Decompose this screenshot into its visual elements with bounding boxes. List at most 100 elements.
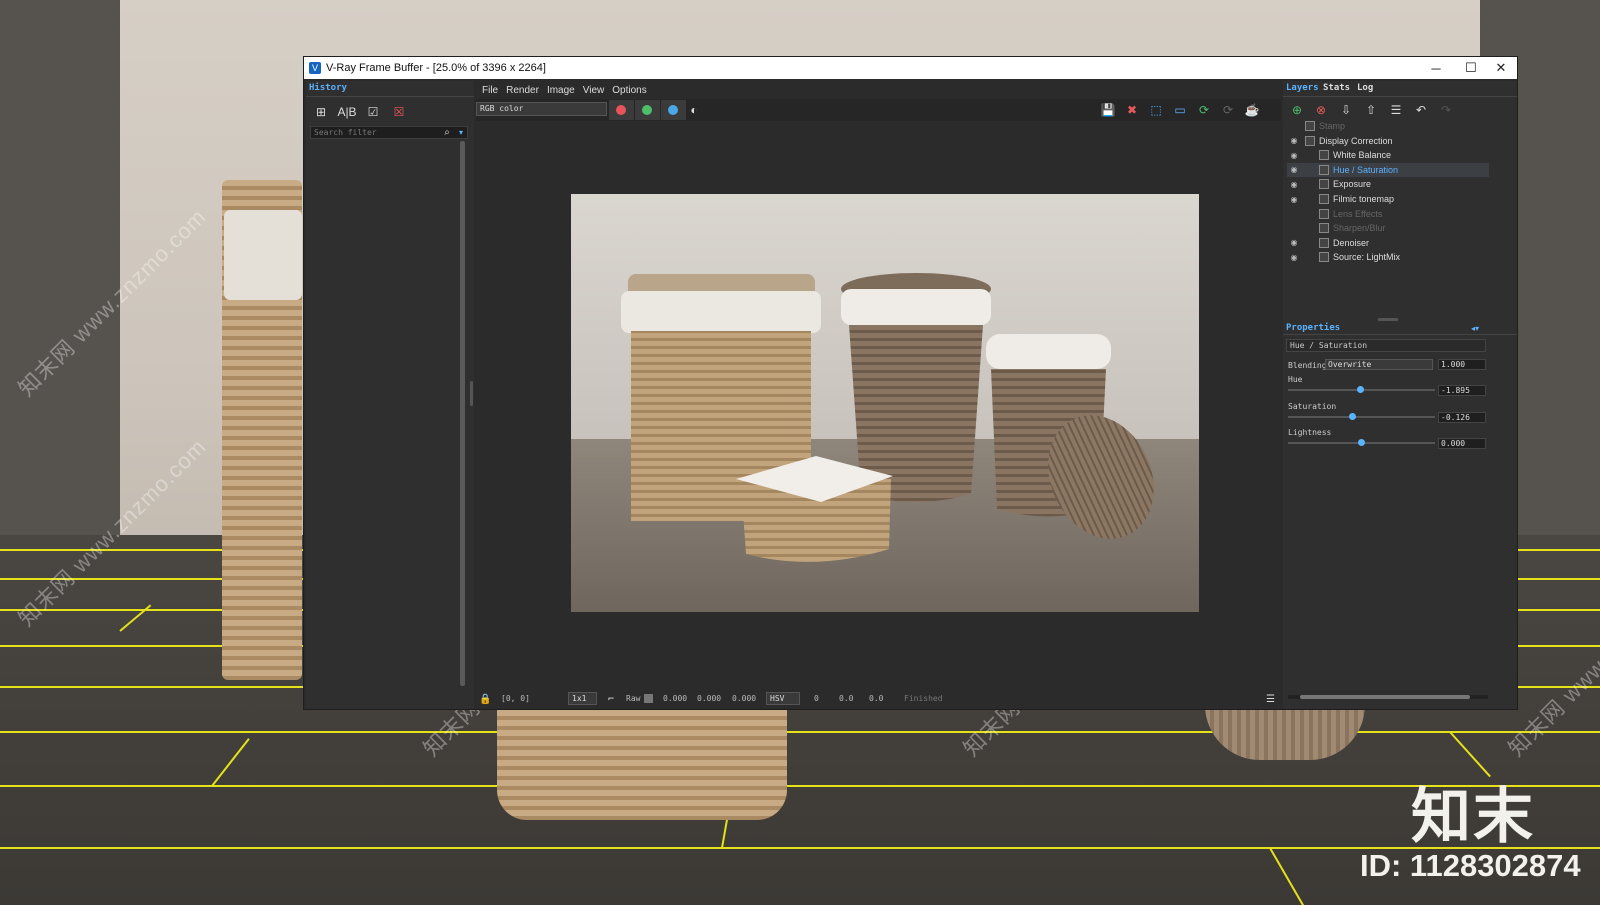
hue-value-field[interactable]: -1.895 <box>1438 385 1486 396</box>
eye-icon[interactable]: ◉ <box>1289 165 1299 174</box>
menu-image[interactable]: Image <box>547 85 575 96</box>
eye-icon[interactable]: ◉ <box>1289 195 1299 204</box>
blending-amount-field[interactable]: 1.000 <box>1438 359 1486 370</box>
tab-properties[interactable]: Properties <box>1286 323 1340 333</box>
layer-row[interactable]: ◉ Filmic tonemap <box>1287 192 1489 206</box>
menu-render[interactable]: Render <box>506 85 539 96</box>
save-to-history-icon[interactable]: ⊞ <box>312 103 330 121</box>
layer-name: Filmic tonemap <box>1333 194 1395 204</box>
saturation-slider[interactable] <box>1288 413 1435 420</box>
scrollbar-thumb[interactable] <box>1300 695 1470 699</box>
layer-list-icon[interactable]: ☰ <box>1387 101 1405 119</box>
title-bar[interactable]: V V-Ray Frame Buffer - [25.0% of 3396 x … <box>304 57 1517 79</box>
layer-row[interactable]: ◉ Denoiser <box>1287 236 1489 250</box>
green-value: 0.000 <box>697 694 722 703</box>
stop-render-icon[interactable]: ⟳ <box>1220 102 1236 118</box>
track-mouse-icon[interactable]: ▭ <box>1172 102 1188 118</box>
maximize-button[interactable]: ☐ <box>1454 57 1488 79</box>
guide-line <box>0 785 1600 787</box>
undo-icon[interactable]: ↶ <box>1412 101 1430 119</box>
blue-channel-toggle[interactable] <box>661 100 686 120</box>
layer-type-icon <box>1319 194 1329 204</box>
eye-icon[interactable]: ◉ <box>1289 136 1299 145</box>
save-layers-icon[interactable]: ⇩ <box>1337 101 1355 119</box>
render-view-area: File Render Image View Options RGB color… <box>470 81 1281 709</box>
history-scrollbar[interactable] <box>460 141 465 686</box>
layer-type-icon <box>1319 164 1329 175</box>
history-panel: History ⊞ A|B ☑ ☒ Search filter ⌕ ▾ <box>306 81 474 709</box>
layer-row[interactable]: ◉ White Balance <box>1287 148 1489 162</box>
layer-row[interactable]: ◉ Display Correction <box>1287 134 1489 148</box>
blending-mode-select[interactable]: Overwrite <box>1325 359 1433 370</box>
tab-log[interactable]: Log <box>1357 83 1373 93</box>
splitter-handle[interactable] <box>1378 318 1398 321</box>
render-teapot-icon[interactable]: ☕ <box>1244 102 1260 118</box>
properties-menu-icon[interactable]: ◂▾ <box>1469 323 1481 333</box>
layer-type-icon <box>1305 121 1315 131</box>
eye-icon[interactable]: ◉ <box>1289 180 1299 189</box>
layer-name: White Balance <box>1333 150 1392 161</box>
eye-icon[interactable] <box>1289 210 1299 218</box>
tab-history[interactable]: History <box>309 83 347 93</box>
minimize-button[interactable]: ─ <box>1419 57 1453 79</box>
window-title: V-Ray Frame Buffer - [25.0% of 3396 x 22… <box>326 62 546 74</box>
red-channel-toggle[interactable] <box>609 100 634 120</box>
vfb-window: V V-Ray Frame Buffer - [25.0% of 3396 x … <box>303 56 1518 710</box>
color-mode-select[interactable]: HSV <box>766 692 800 705</box>
lightness-slider-knob[interactable] <box>1358 439 1365 446</box>
save-image-icon[interactable]: 💾 <box>1100 102 1116 118</box>
eye-icon[interactable] <box>1289 224 1299 232</box>
tab-layers[interactable]: Layers <box>1286 83 1319 93</box>
clear-image-icon[interactable]: ✖ <box>1124 102 1140 118</box>
menu-options[interactable]: Options <box>612 85 646 96</box>
close-button[interactable]: ✕ <box>1484 57 1518 79</box>
layer-name-field[interactable]: Hue / Saturation <box>1286 339 1486 352</box>
layer-row[interactable]: Sharpen/Blur <box>1287 221 1489 235</box>
add-layer-icon[interactable]: ⊕ <box>1288 101 1306 119</box>
layer-row[interactable]: Stamp <box>1287 119 1489 133</box>
eye-icon[interactable]: ◉ <box>1289 238 1299 247</box>
delete-history-icon[interactable]: ☒ <box>390 103 408 121</box>
h-value: 0 <box>814 694 819 703</box>
basket-render-illustration <box>571 194 1199 612</box>
menu-view[interactable]: View <box>583 85 605 96</box>
layer-type-icon <box>1319 150 1329 161</box>
lightness-value-field[interactable]: 0.000 <box>1438 438 1486 449</box>
lock-icon[interactable]: 🔒 <box>479 694 491 705</box>
layer-row[interactable]: ◉ Source: LightMix <box>1287 250 1489 264</box>
load-history-icon[interactable]: ☑ <box>364 103 382 121</box>
horizontal-scrollbar[interactable] <box>1288 695 1488 699</box>
ab-compare-icon[interactable]: A|B <box>337 103 356 121</box>
raw-label: Raw <box>626 694 641 703</box>
alpha-icon[interactable]: ◐ <box>686 102 702 118</box>
green-channel-toggle[interactable] <box>635 100 660 120</box>
splitter-handle[interactable] <box>470 381 473 406</box>
channel-select[interactable]: RGB color <box>476 102 607 116</box>
curve-icon[interactable]: ⌐ <box>608 694 614 705</box>
filter-dropdown-icon[interactable]: ▾ <box>452 123 470 141</box>
redo-icon[interactable]: ↷ <box>1437 101 1455 119</box>
saturation-slider-knob[interactable] <box>1349 413 1357 420</box>
layer-row[interactable]: ◉ Hue / Saturation <box>1287 162 1489 177</box>
region-render-icon[interactable]: ⬚ <box>1148 102 1164 118</box>
layer-name: Stamp <box>1319 121 1346 131</box>
tab-stats[interactable]: Stats <box>1323 83 1350 93</box>
delete-layer-icon[interactable]: ⊗ <box>1312 101 1330 119</box>
rendered-image <box>571 194 1199 612</box>
menu-file[interactable]: File <box>482 85 498 96</box>
eye-icon[interactable] <box>1289 122 1299 130</box>
hue-slider-knob[interactable] <box>1356 386 1364 393</box>
layer-row[interactable]: ◉ Exposure <box>1287 177 1489 191</box>
eye-icon[interactable]: ◉ <box>1289 253 1299 262</box>
v-value: 0.0 <box>869 694 884 703</box>
zoom-select[interactable]: 1x1 <box>568 692 597 705</box>
eye-icon[interactable]: ◉ <box>1289 151 1299 160</box>
load-layers-icon[interactable]: ⇧ <box>1362 101 1380 119</box>
saturation-value-field[interactable]: -0.126 <box>1438 412 1486 423</box>
hue-slider[interactable] <box>1288 386 1435 393</box>
layer-row[interactable]: Lens Effects <box>1287 207 1489 221</box>
layer-type-icon <box>1319 208 1329 219</box>
interactive-render-icon[interactable]: ⟳ <box>1196 102 1212 118</box>
panel-toggle-icon[interactable]: ☰ <box>1266 694 1275 705</box>
lightness-slider[interactable] <box>1288 439 1435 446</box>
